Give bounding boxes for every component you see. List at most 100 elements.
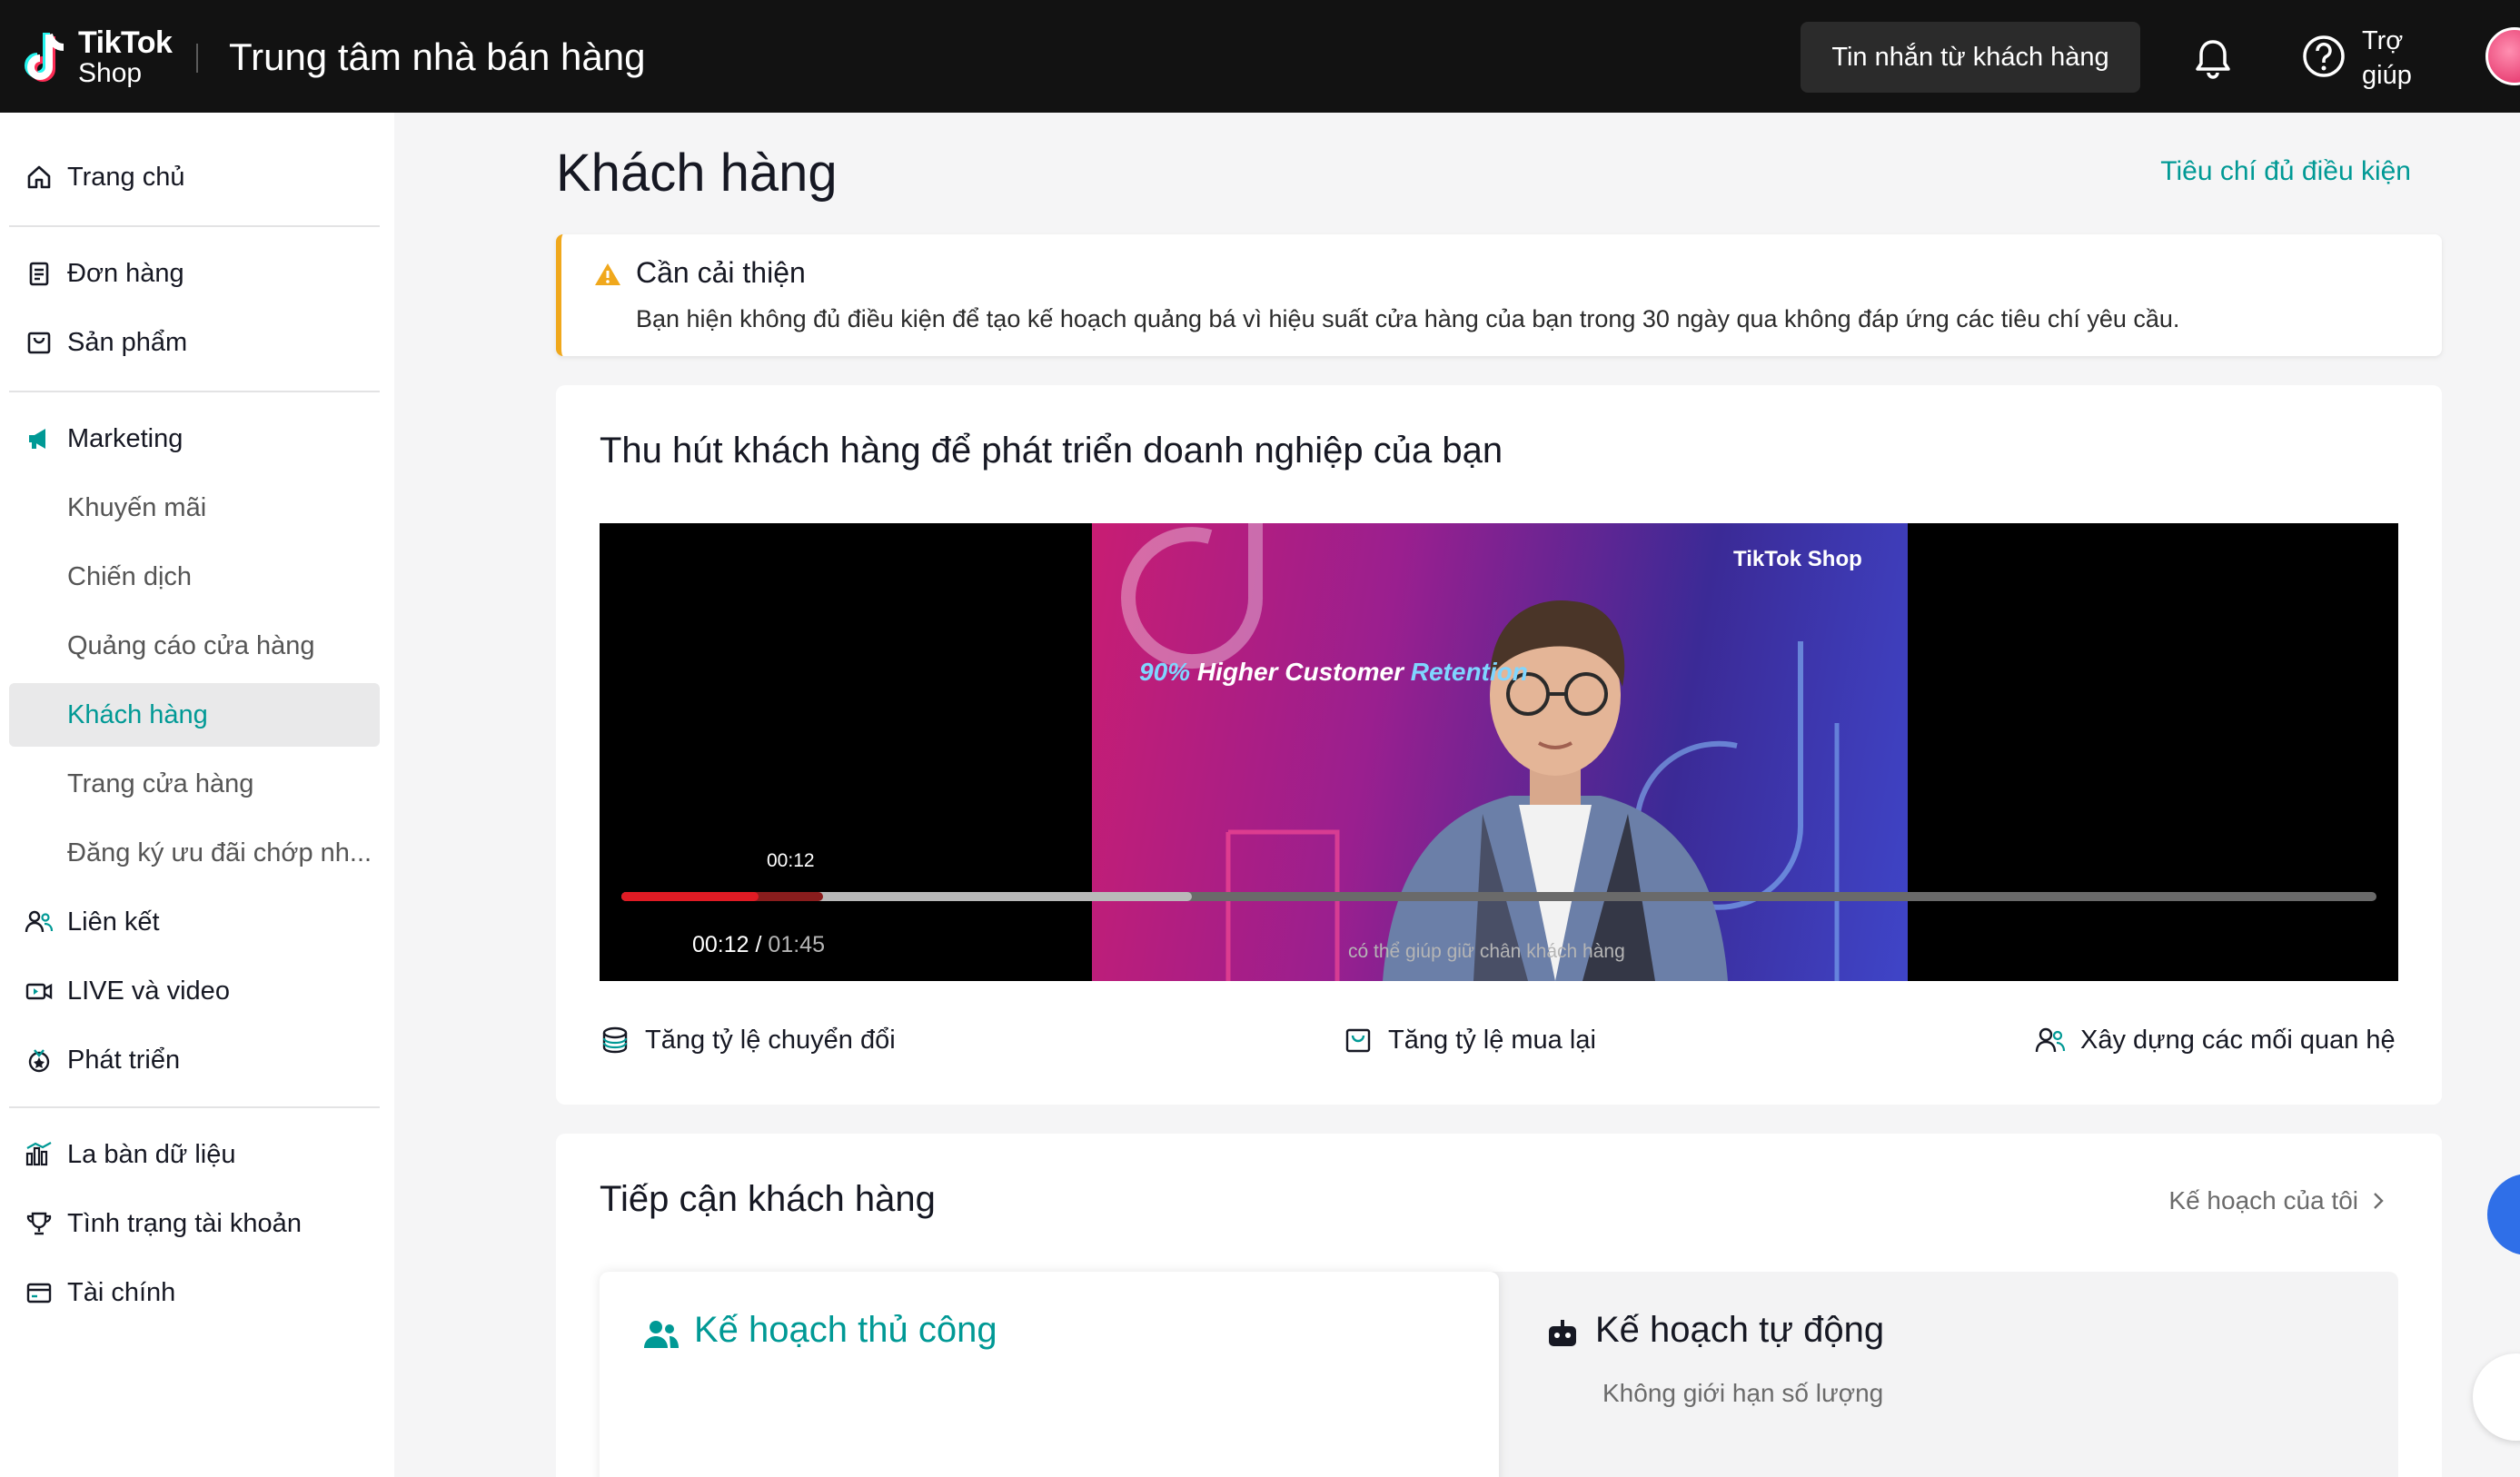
auto-plan-subtitle: Không giới hạn số lượng: [1602, 1379, 1884, 1407]
video-frame: 90% Higher Customer Retention TikTok Sho…: [1092, 523, 1908, 981]
header-divider: [196, 44, 198, 73]
help-label[interactable]: Trợ giúp: [2362, 24, 2435, 93]
affiliate-icon: [24, 907, 55, 937]
feature-repurchase: Tăng tỷ lệ mua lại: [1343, 1025, 1596, 1056]
reach-section-title: Tiếp cận khách hàng: [600, 1179, 936, 1219]
attract-customers-card: Thu hút khách hàng để phát triển doanh n…: [556, 385, 2442, 1105]
time-separator: /: [755, 932, 762, 957]
page-title: Khách hàng: [556, 144, 838, 203]
sidebar-divider: [9, 391, 380, 392]
improvement-alert: Cần cải thiện Bạn hiện không đủ điều kiệ…: [556, 234, 2442, 356]
video-overlay-stat: 90%: [1139, 658, 1191, 686]
avatar[interactable]: [2485, 27, 2520, 85]
help-float-button[interactable]: [2473, 1353, 2520, 1441]
feature-label: Tăng tỷ lệ chuyển đổi: [645, 1025, 896, 1055]
customer-messages-button[interactable]: Tin nhắn từ khách hàng: [1801, 22, 2140, 93]
current-time: 00:12: [692, 932, 749, 957]
data-compass-icon: [24, 1139, 55, 1170]
manual-plan-label: Kế hoạch thủ công: [694, 1310, 997, 1350]
sidebar-item-store-page[interactable]: Trang cửa hàng: [9, 752, 380, 816]
alert-body: Bạn hiện không đủ điều kiện để tạo kế ho…: [636, 305, 2180, 332]
sidebar-item-products[interactable]: Sản phẩm: [9, 311, 380, 374]
video-subtitle: có thể giúp giữ chân khách hàng: [1348, 941, 1625, 962]
progress-played: [621, 892, 759, 901]
chevron-right-icon: [2374, 1193, 2384, 1209]
logo-text-tiktok: TikTok: [78, 25, 173, 60]
eligibility-criteria-link[interactable]: Tiêu chí đủ điều kiện: [2160, 156, 2411, 187]
sidebar-item-label: Trang chủ: [67, 162, 185, 192]
bag-icon: [1343, 1025, 1374, 1056]
video-overlay-keyword: Retention: [1410, 658, 1528, 686]
sidebar-item-label: Marketing: [67, 423, 184, 453]
sidebar-item-account-health[interactable]: Tình trạng tài khoản: [9, 1192, 380, 1255]
logo-text-shop: Shop: [78, 58, 143, 88]
people-icon: [2035, 1025, 2066, 1056]
video-overlay-phrase: Higher Customer: [1196, 658, 1404, 686]
tab-manual-plan[interactable]: Kế hoạch thủ công: [600, 1272, 1499, 1477]
auto-plan-label: Kế hoạch tự động: [1595, 1310, 1885, 1350]
sidebar-item-growth[interactable]: Phát triển: [9, 1028, 380, 1092]
app-title: Trung tâm nhà bán hàng: [229, 35, 646, 78]
products-icon: [24, 327, 55, 358]
feature-label: Xây dựng các mối quan hệ: [2080, 1025, 2396, 1055]
sidebar-item-label: Trang cửa hàng: [67, 768, 254, 798]
sidebar-item-live-video[interactable]: LIVE và video: [9, 959, 380, 1023]
home-icon: [24, 162, 55, 193]
sidebar-item-campaigns[interactable]: Chiến dịch: [9, 545, 380, 609]
video-brand-watermark: TikTok Shop: [1733, 547, 1862, 571]
progress-hover-time: 00:12: [767, 850, 815, 871]
alert-title: Cần cải thiện: [636, 256, 806, 289]
trophy-icon: [24, 1208, 55, 1239]
sidebar-item-customers[interactable]: Khách hàng: [9, 683, 380, 747]
live-video-icon: [24, 976, 55, 1006]
reach-customers-card: Tiếp cận khách hàng Kế hoạch của tôi Kế …: [556, 1134, 2442, 1477]
sidebar-item-label: Tình trạng tài khoản: [67, 1208, 302, 1238]
sidebar-item-store-ads[interactable]: Quảng cáo cửa hàng: [9, 614, 380, 678]
sidebar-item-label: La bàn dữ liệu: [67, 1139, 236, 1169]
chat-float-button[interactable]: [2487, 1174, 2520, 1255]
sidebar-item-orders[interactable]: Đơn hàng: [9, 242, 380, 305]
video-player[interactable]: 90% Higher Customer Retention TikTok Sho…: [600, 523, 2398, 981]
sidebar-item-label: LIVE và video: [67, 976, 230, 1006]
my-plans-label: Kế hoạch của tôi: [2168, 1186, 2358, 1214]
sidebar-item-label: Khuyến mãi: [67, 492, 207, 522]
sidebar-item-label: Đăng ký ưu đãi chớp nh...: [67, 838, 372, 867]
sidebar-item-data-compass[interactable]: La bàn dữ liệu: [9, 1123, 380, 1186]
sidebar-item-label: Phát triển: [67, 1045, 181, 1075]
bell-icon[interactable]: [2191, 36, 2235, 80]
sidebar-item-label: Chiến dịch: [67, 561, 193, 591]
tab-auto-plan[interactable]: Kế hoạch tự động Không giới hạn số lượng: [1499, 1272, 2398, 1477]
sidebar-item-label: Sản phẩm: [67, 327, 188, 357]
tiktok-shop-logo[interactable]: TikTok Shop: [22, 25, 173, 89]
help-icon[interactable]: [2300, 33, 2347, 80]
coins-icon: [600, 1025, 630, 1056]
sidebar-item-marketing[interactable]: Marketing: [9, 407, 380, 471]
presenter-figure: [1383, 600, 1728, 981]
sidebar-item-label: Tài chính: [67, 1277, 176, 1307]
attract-section-title: Thu hút khách hàng để phát triển doanh n…: [600, 431, 1503, 471]
video-progress-bar[interactable]: [621, 892, 2376, 901]
my-plans-link[interactable]: Kế hoạch của tôi: [2168, 1186, 2391, 1215]
feature-conversion: Tăng tỷ lệ chuyển đổi: [600, 1025, 896, 1056]
finance-icon: [24, 1277, 55, 1308]
top-bar: TikTok Shop Trung tâm nhà bán hàng Tin n…: [0, 0, 2520, 113]
warning-icon: [595, 263, 620, 285]
robot-icon: [1549, 1320, 1576, 1346]
sidebar-item-finance[interactable]: Tài chính: [9, 1261, 380, 1324]
sidebar-item-label: Đơn hàng: [67, 258, 184, 288]
feature-label: Tăng tỷ lệ mua lại: [1388, 1025, 1596, 1055]
sidebar-item-home[interactable]: Trang chủ: [9, 145, 380, 209]
sidebar-item-label: Quảng cáo cửa hàng: [67, 630, 315, 660]
sidebar-item-affiliate[interactable]: Liên kết: [9, 890, 380, 954]
growth-icon: [24, 1045, 55, 1076]
sidebar-divider: [9, 1106, 380, 1108]
orders-icon: [24, 258, 55, 289]
megaphone-icon: [24, 423, 55, 454]
sidebar-item-flash-deals[interactable]: Đăng ký ưu đãi chớp nh...: [9, 821, 380, 885]
sidebar: Trang chủ Đơn hàng Sản phẩm Marketing Kh…: [0, 113, 394, 1477]
video-time-readout: 00:12 / 01:45: [692, 932, 825, 958]
sidebar-item-label: Liên kết: [67, 907, 160, 937]
sidebar-item-promotions[interactable]: Khuyến mãi: [9, 476, 380, 540]
feature-relationships: Xây dựng các mối quan hệ: [2035, 1025, 2396, 1056]
video-overlay-text: 90% Higher Customer Retention: [1139, 658, 1528, 687]
